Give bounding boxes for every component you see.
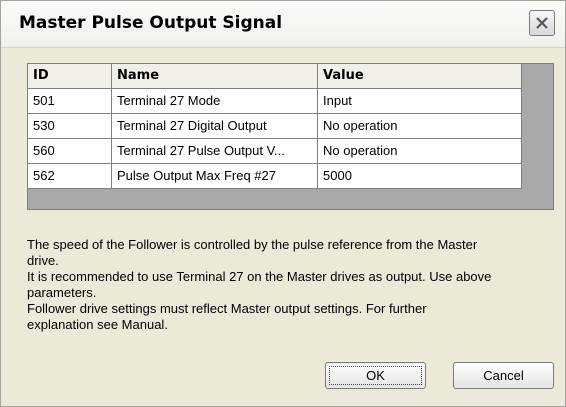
close-icon (536, 17, 548, 29)
dialog-window: Master Pulse Output Signal ID Name Value… (0, 0, 566, 407)
cell-name: Terminal 27 Digital Output (112, 114, 318, 139)
cell-value[interactable]: No operation (318, 114, 522, 139)
cell-value[interactable]: No operation (318, 139, 522, 164)
description-line: It is recommended to use Terminal 27 on … (27, 269, 492, 284)
cell-value[interactable]: Input (318, 89, 522, 114)
description-line: Follower drive settings must reflect Mas… (27, 301, 427, 316)
cell-id: 562 (28, 164, 112, 189)
column-header-id[interactable]: ID (28, 64, 112, 89)
description-line: drive. (27, 253, 59, 268)
description-line: The speed of the Follower is controlled … (27, 237, 478, 252)
cell-id: 530 (28, 114, 112, 139)
cell-value[interactable]: 5000 (318, 164, 522, 189)
focus-ring (329, 366, 422, 385)
cell-name: Terminal 27 Pulse Output V... (112, 139, 318, 164)
cell-name: Pulse Output Max Freq #27 (112, 164, 318, 189)
column-header-value[interactable]: Value (318, 64, 522, 89)
dialog-title: Master Pulse Output Signal (19, 13, 283, 33)
description-text: The speed of the Follower is controlled … (27, 237, 557, 333)
parameter-grid[interactable]: ID Name Value 501 Terminal 27 Mode Input… (27, 63, 554, 210)
close-button[interactable] (529, 10, 555, 36)
column-header-name[interactable]: Name (112, 64, 318, 89)
description-line: explanation see Manual. (27, 317, 168, 332)
ok-button[interactable]: OK (325, 362, 426, 389)
description-line: parameters. (27, 285, 97, 300)
cancel-button-label: Cancel (483, 368, 524, 383)
cell-name: Terminal 27 Mode (112, 89, 318, 114)
title-bar[interactable]: Master Pulse Output Signal (1, 1, 565, 48)
cell-id: 501 (28, 89, 112, 114)
cell-id: 560 (28, 139, 112, 164)
cancel-button[interactable]: Cancel (453, 362, 554, 389)
